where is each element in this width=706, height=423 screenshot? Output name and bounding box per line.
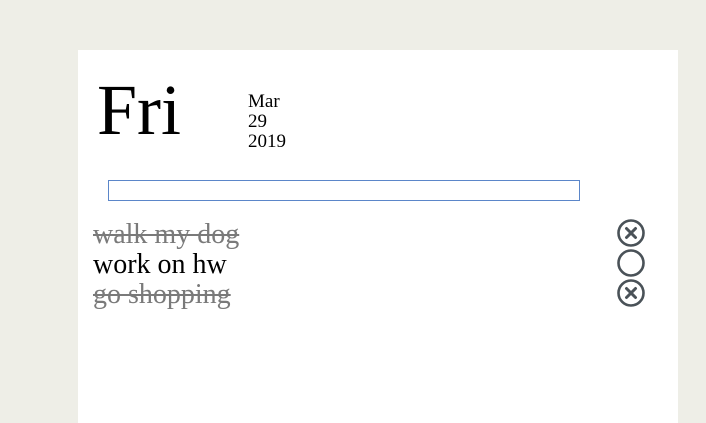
month-label: Mar bbox=[248, 91, 280, 112]
todo-list: walk my dog work on hw go shopping bbox=[93, 218, 653, 310]
date-label: 29 bbox=[248, 111, 267, 132]
todo-item: walk my dog bbox=[93, 218, 653, 250]
todo-item: work on hw bbox=[93, 248, 653, 280]
todo-item-text[interactable]: go shopping bbox=[93, 280, 231, 310]
year-label: 2019 bbox=[248, 131, 286, 152]
todo-item: go shopping bbox=[93, 278, 653, 310]
new-todo-input[interactable] bbox=[108, 180, 580, 201]
circle-x-icon[interactable] bbox=[617, 219, 645, 247]
circle-icon[interactable] bbox=[617, 249, 645, 277]
day-of-week: Fri bbox=[97, 70, 182, 150]
circle-x-icon[interactable] bbox=[617, 279, 645, 307]
todo-card: Fri Mar 29 2019 walk my dog work on hw g… bbox=[78, 50, 678, 423]
date-block: Mar 29 2019 bbox=[248, 92, 286, 152]
todo-item-text[interactable]: work on hw bbox=[93, 250, 227, 280]
todo-item-text[interactable]: walk my dog bbox=[93, 220, 239, 250]
